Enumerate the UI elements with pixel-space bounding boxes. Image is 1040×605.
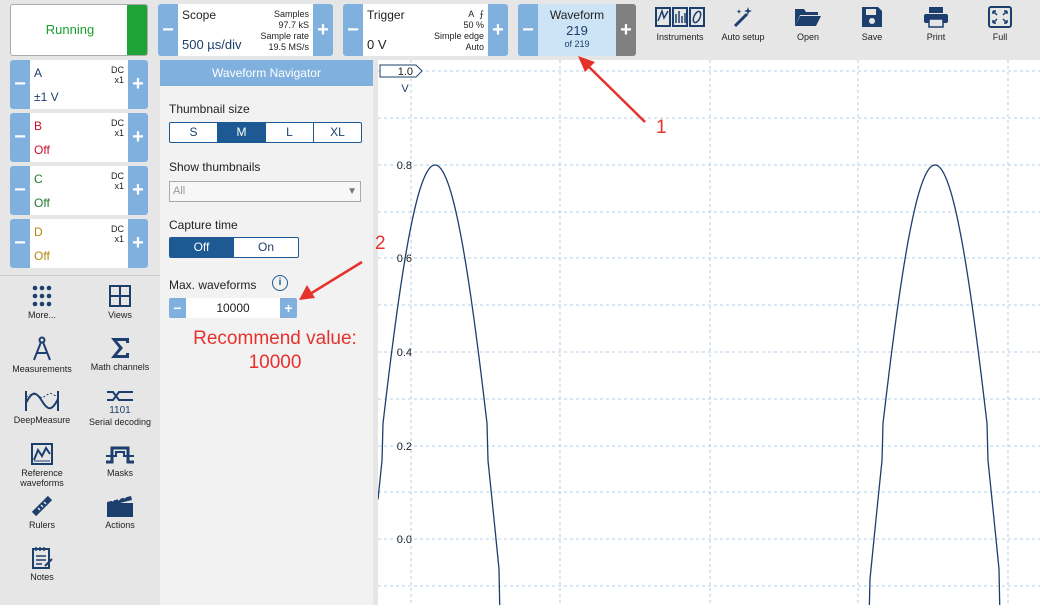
annotation-label-2: 2 <box>375 233 386 254</box>
arrow-2 <box>299 260 363 300</box>
annotation-arrows <box>299 56 646 300</box>
recommend-note: Recommend value: 10000 <box>188 327 362 375</box>
recommend-text: Recommend value: <box>193 328 357 349</box>
arrow-1 <box>578 56 646 123</box>
picoscope-window: Running − Scope 500 µs/div Samples 97.7 … <box>0 0 1040 605</box>
annotation-label-1: 1 <box>656 117 667 138</box>
recommend-value: 10000 <box>248 352 302 373</box>
